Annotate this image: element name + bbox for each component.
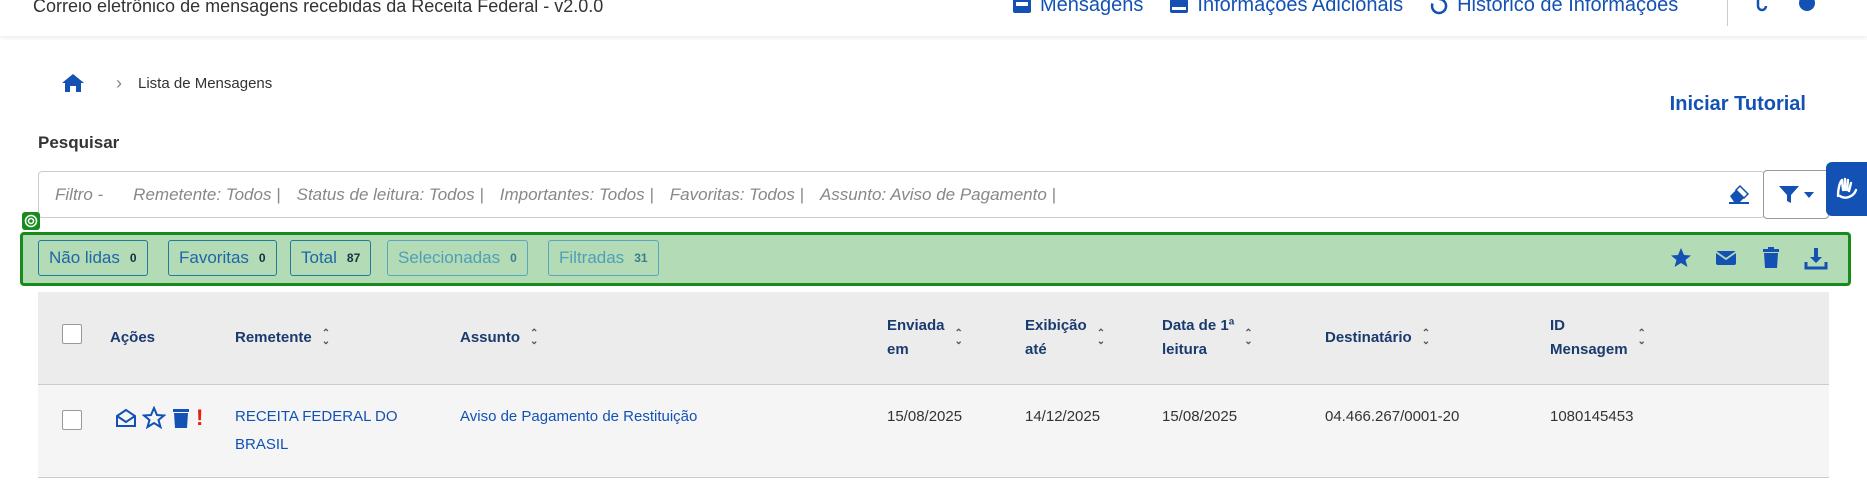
sort-icon: ⌃ ⌄ bbox=[1421, 328, 1431, 347]
filter-prefix: Filtro - bbox=[55, 184, 104, 204]
counter-selecionadas-label: Selecionadas bbox=[398, 248, 501, 267]
col-destinatario-label: Destinatário bbox=[1325, 329, 1412, 346]
inbox-icon bbox=[1013, 0, 1031, 13]
top-nav: Mensagens Informações Adicionais Históri… bbox=[1012, 0, 1678, 17]
col-enviada-em[interactable]: Enviada em ⌃ ⌄ bbox=[887, 314, 963, 362]
trash-icon[interactable] bbox=[171, 407, 191, 429]
counter-total-count: 87 bbox=[346, 251, 361, 265]
star-outline-icon[interactable] bbox=[142, 406, 166, 430]
col-assunto-label: Assunto bbox=[460, 329, 520, 346]
filter-icon bbox=[1779, 185, 1799, 203]
col-destinatario[interactable]: Destinatário ⌃ ⌄ bbox=[1325, 326, 1430, 350]
nav-mensagens-label: Mensagens bbox=[1040, 0, 1144, 16]
message-counters-toolbar: Não lidas 0 Favoritas 0 Total 87 Selecio… bbox=[20, 232, 1851, 286]
counter-total[interactable]: Total 87 bbox=[290, 240, 372, 276]
counter-favoritas-count: 0 bbox=[258, 251, 266, 265]
app-title: Correio eletrônico de mensagens recebida… bbox=[33, 0, 604, 16]
nav-informacoes-adicionais[interactable]: Informações Adicionais bbox=[1169, 0, 1403, 17]
col-exibicao-ate[interactable]: Exibição até ⌃ ⌄ bbox=[1025, 314, 1105, 362]
star-icon[interactable] bbox=[1669, 246, 1693, 270]
counter-total-label: Total bbox=[301, 248, 337, 267]
row-id-mensagem: 1080145453 bbox=[1550, 408, 1634, 425]
filter-summary-bar[interactable]: Filtro - Remetente: Todos | Status de le… bbox=[38, 171, 1765, 218]
counter-nao-lidas-count: 0 bbox=[129, 251, 137, 265]
sort-icon: ⌃ ⌄ bbox=[954, 328, 963, 347]
col-acoes-label: Ações bbox=[110, 329, 156, 346]
vlibras-accessibility-button[interactable] bbox=[1826, 162, 1867, 216]
col-enviada-label: Enviada em bbox=[887, 317, 945, 358]
trash-icon[interactable] bbox=[1759, 246, 1783, 270]
counter-filtradas[interactable]: Filtradas 31 bbox=[548, 240, 659, 276]
filter-importantes: Importantes: Todos | bbox=[499, 184, 654, 204]
nav-informacoes-label: Informações Adicionais bbox=[1197, 0, 1404, 16]
counter-nao-lidas-label: Não lidas bbox=[49, 248, 120, 267]
messages-table: Ações Remetente ⌃ ⌄ Assunto ⌃ ⌄ Enviada em … bbox=[38, 292, 1829, 478]
row-exibicao-ate: 14/12/2025 bbox=[1025, 408, 1101, 425]
history-icon bbox=[1430, 0, 1448, 14]
nav-mensagens[interactable]: Mensagens bbox=[1012, 0, 1143, 17]
header-right-icons bbox=[1752, 0, 1816, 12]
col-data-primeira-leitura[interactable]: Data de 1ª leitura ⌃ ⌄ bbox=[1162, 314, 1253, 362]
caret-down-icon bbox=[1804, 191, 1814, 198]
col-remetente[interactable]: Remetente ⌃ ⌄ bbox=[235, 326, 330, 350]
row-assunto[interactable]: Aviso de Pagamento de Restituição bbox=[460, 403, 697, 431]
row-data-leitura: 15/08/2025 bbox=[1162, 408, 1238, 425]
envelope-open-icon[interactable] bbox=[115, 407, 137, 429]
help-icon[interactable] bbox=[1798, 0, 1816, 12]
col-leitura-label: Data de 1ª leitura bbox=[1162, 317, 1235, 358]
start-tutorial-link[interactable]: Iniciar Tutorial bbox=[1670, 93, 1806, 116]
sort-icon: ⌃ ⌄ bbox=[1244, 328, 1253, 347]
eraser-icon[interactable] bbox=[1726, 180, 1752, 206]
table-header-row: Ações Remetente ⌃ ⌄ Assunto ⌃ ⌄ Enviada em … bbox=[38, 292, 1829, 385]
row-checkbox[interactable] bbox=[62, 410, 82, 430]
col-exibicao-label: Exibição até bbox=[1025, 317, 1087, 358]
counter-filtradas-label: Filtradas bbox=[559, 248, 625, 267]
breadcrumb: › Lista de Mensagens bbox=[60, 72, 272, 94]
bulk-actions bbox=[1669, 246, 1828, 270]
col-id-mensagem[interactable]: ID Mensagem ⌃ ⌄ bbox=[1550, 314, 1646, 362]
sort-icon: ⌃ ⌄ bbox=[1637, 328, 1646, 347]
counter-filtradas-count: 31 bbox=[634, 251, 648, 265]
col-acoes: Ações bbox=[110, 326, 155, 350]
row-destinatario: 04.466.267/0001-20 bbox=[1325, 408, 1460, 425]
nav-historico-label: Histórico de Informações bbox=[1457, 0, 1679, 16]
col-id-label: ID Mensagem bbox=[1550, 317, 1628, 358]
sign-language-icon bbox=[1836, 177, 1857, 199]
home-icon[interactable] bbox=[60, 72, 86, 94]
sort-icon: ⌃ ⌄ bbox=[530, 328, 539, 347]
counter-favoritas[interactable]: Favoritas 0 bbox=[168, 240, 277, 276]
table-row[interactable]: ! RECEITA FEDERAL DO BRASIL Aviso de Paga… bbox=[38, 385, 1829, 478]
top-header: Correio eletrônico de mensagens recebida… bbox=[0, 0, 1867, 36]
sort-icon: ⌃ ⌄ bbox=[1096, 328, 1106, 347]
sort-icon: ⌃ ⌄ bbox=[321, 328, 331, 347]
filter-status-leitura: Status de leitura: Todos | bbox=[296, 184, 484, 204]
row-remetente[interactable]: RECEITA FEDERAL DO BRASIL bbox=[235, 403, 398, 459]
search-heading: Pesquisar bbox=[38, 133, 120, 152]
col-assunto[interactable]: Assunto ⌃ ⌄ bbox=[460, 326, 538, 350]
breadcrumb-current: Lista de Mensagens bbox=[138, 74, 273, 92]
counter-selecionadas[interactable]: Selecionadas 0 bbox=[387, 240, 528, 276]
counter-favoritas-label: Favoritas bbox=[179, 248, 249, 267]
envelope-icon[interactable] bbox=[1714, 246, 1738, 270]
row-enviada-em: 15/08/2025 bbox=[887, 408, 963, 425]
logout-icon[interactable] bbox=[1752, 0, 1770, 12]
download-icon[interactable] bbox=[1804, 246, 1828, 270]
target-icon bbox=[22, 212, 40, 230]
filter-remetente: Remetente: Todos | bbox=[133, 184, 281, 204]
counter-nao-lidas[interactable]: Não lidas 0 bbox=[38, 240, 148, 276]
nav-historico[interactable]: Histórico de Informações bbox=[1429, 0, 1678, 17]
counter-selecionadas-count: 0 bbox=[510, 251, 517, 265]
col-remetente-label: Remetente bbox=[235, 329, 312, 346]
select-all-checkbox[interactable] bbox=[62, 324, 82, 344]
filter-assunto: Assunto: Aviso de Pagamento | bbox=[819, 184, 1056, 204]
chevron-right-icon: › bbox=[116, 72, 122, 93]
id-card-icon bbox=[1170, 0, 1189, 13]
header-divider bbox=[1727, 0, 1728, 26]
row-actions: ! bbox=[115, 405, 203, 431]
important-icon[interactable]: ! bbox=[196, 405, 203, 431]
filter-favoritas: Favoritas: Todos | bbox=[669, 184, 804, 204]
filter-dropdown-button[interactable] bbox=[1763, 170, 1829, 219]
